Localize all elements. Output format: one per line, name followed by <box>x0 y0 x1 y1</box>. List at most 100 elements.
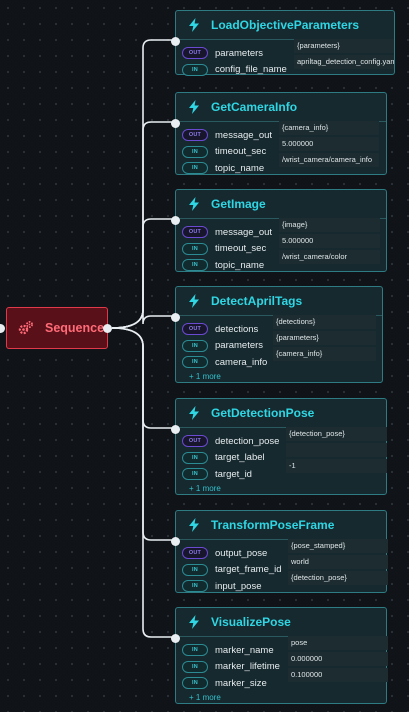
port-name: output_pose <box>215 547 268 559</box>
node-visualize-pose[interactable]: VisualizePose IN marker_name IN marker_lifet… <box>171 607 388 704</box>
port-name: detection_pose <box>215 435 280 447</box>
node-header: TransformPoseFrame <box>176 511 386 540</box>
node-input-port[interactable] <box>171 119 180 128</box>
port-name: target_frame_id <box>215 564 282 575</box>
port-name: camera_info <box>215 356 268 368</box>
node-input-port[interactable] <box>171 37 180 46</box>
port-direction-badge: IN <box>182 242 208 255</box>
port-value-field[interactable]: {image} <box>279 218 380 232</box>
port-name: topic_name <box>215 162 265 174</box>
wire-transform-pose-frame <box>111 327 176 541</box>
node-header: VisualizePose <box>176 608 386 637</box>
lightning-icon <box>188 197 200 211</box>
port-value-field[interactable]: {detection_pose} <box>286 427 387 441</box>
port-direction-badge: IN <box>182 644 208 656</box>
port-direction-badge: IN <box>182 677 208 689</box>
node-input-port[interactable] <box>171 634 180 643</box>
node-title: GetImage <box>211 197 266 211</box>
behavior-tree-canvas[interactable]: Sequence LoadObjectiveParameters OUT param… <box>0 0 409 712</box>
port-name: parameters <box>215 47 264 59</box>
port-name: input_pose <box>215 580 262 592</box>
node-title: TransformPoseFrame <box>211 518 335 532</box>
port-name: message_out <box>215 226 273 238</box>
port-name: timeout_sec <box>215 243 267 254</box>
port-value-field[interactable]: pose <box>288 636 388 650</box>
port-value-field[interactable]: 5.000000 <box>279 137 379 151</box>
port-direction-badge: IN <box>182 259 208 271</box>
port-direction-badge: OUT <box>182 323 208 335</box>
port-value-field[interactable]: 0.100000 <box>288 668 388 682</box>
port-value-field[interactable]: {camera_info} <box>273 347 376 361</box>
port-name: target_id <box>215 468 252 480</box>
node-input-port[interactable] <box>171 216 180 225</box>
wire-detect-april-tags <box>111 309 176 329</box>
sequence-label: Sequence <box>45 321 105 335</box>
wire-get-image <box>111 218 176 329</box>
wire-get-camera-info <box>111 121 176 329</box>
port-value-field[interactable]: world <box>288 555 388 569</box>
port-value-field[interactable]: 5.000000 <box>279 234 380 248</box>
more-ports-link[interactable]: + 1 more <box>189 693 380 703</box>
port-value-field[interactable]: {parameters} <box>273 331 376 345</box>
node-input-port[interactable] <box>171 537 180 546</box>
node-title: GetCameraInfo <box>211 100 298 114</box>
port-value-field[interactable]: {camera_info} <box>279 121 379 135</box>
port-name: message_out <box>215 129 273 141</box>
lightning-icon <box>188 518 200 532</box>
node-title: DetectAprilTags <box>211 294 303 308</box>
port-direction-badge: IN <box>182 356 208 368</box>
port-name: detections <box>215 323 259 335</box>
port-direction-badge: OUT <box>182 226 208 238</box>
port-name: target_label <box>215 452 265 463</box>
node-input-port[interactable] <box>171 425 180 434</box>
wire-visualize-pose <box>111 327 176 638</box>
gears-icon <box>17 319 35 337</box>
node-header: DetectAprilTags <box>176 287 382 316</box>
wire-load-objective-parameters <box>111 39 176 329</box>
port-value-field[interactable]: /wrist_camera/camera_info <box>279 153 379 167</box>
node-get-camera-info[interactable]: GetCameraInfo OUT message_out IN timeout_sec… <box>171 92 387 175</box>
lightning-icon <box>188 615 200 629</box>
more-ports-link[interactable]: + 1 more <box>189 372 376 382</box>
port-name: parameters <box>215 340 264 351</box>
node-input-port[interactable] <box>171 313 180 322</box>
node-title: LoadObjectiveParameters <box>211 18 360 32</box>
port-value-field[interactable]: -1 <box>286 459 387 473</box>
node-get-detection-pose[interactable]: GetDetectionPose OUT detection_pose IN targe… <box>171 398 387 495</box>
node-header: GetDetectionPose <box>176 399 386 428</box>
port-name: marker_size <box>215 677 267 689</box>
port-value-field[interactable]: 0.000000 <box>288 652 388 666</box>
port-name: timeout_sec <box>215 146 267 157</box>
port-value-field[interactable]: {parameters} <box>294 39 394 53</box>
node-get-image[interactable]: GetImage OUT message_out IN timeout_sec IN top… <box>171 189 387 272</box>
lightning-icon <box>188 406 200 420</box>
sequence-node[interactable]: Sequence <box>6 307 112 349</box>
port-value-field[interactable] <box>286 443 387 457</box>
port-direction-badge: IN <box>182 580 208 592</box>
port-direction-badge: IN <box>182 451 208 464</box>
node-transform-pose-frame[interactable]: TransformPoseFrame OUT output_pose IN target… <box>171 510 388 593</box>
port-value-field[interactable]: {pose_stamped} <box>288 539 388 553</box>
node-detect-april-tags[interactable]: DetectAprilTags OUT detections IN parameters… <box>171 286 383 383</box>
port-value-field[interactable]: /wrist_camera/color <box>279 250 380 264</box>
sequence-output-port[interactable] <box>103 324 112 333</box>
port-direction-badge: IN <box>182 63 208 76</box>
port-direction-badge: OUT <box>182 129 208 141</box>
node-header: GetImage <box>176 190 386 219</box>
port-name: topic_name <box>215 259 265 271</box>
port-direction-badge: IN <box>182 145 208 158</box>
port-direction-badge: IN <box>182 162 208 174</box>
port-direction-badge: OUT <box>182 547 208 559</box>
node-header: LoadObjectiveParameters <box>176 11 394 40</box>
port-direction-badge: IN <box>182 563 208 576</box>
node-load-objective-parameters[interactable]: LoadObjectiveParameters OUT parameters IN co… <box>171 10 395 76</box>
port-value-field[interactable]: {detections} <box>273 315 376 329</box>
more-ports-link[interactable]: + 1 more <box>189 484 380 494</box>
port-direction-badge: OUT <box>182 47 208 59</box>
node-title: VisualizePose <box>211 615 291 629</box>
node-title: GetDetectionPose <box>211 406 315 420</box>
port-direction-badge: IN <box>182 660 208 673</box>
port-value-field[interactable]: apriltag_detection_config.yaml <box>294 55 394 69</box>
port-value-field[interactable]: {detection_pose} <box>288 571 388 585</box>
wire-get-detection-pose <box>111 327 176 429</box>
